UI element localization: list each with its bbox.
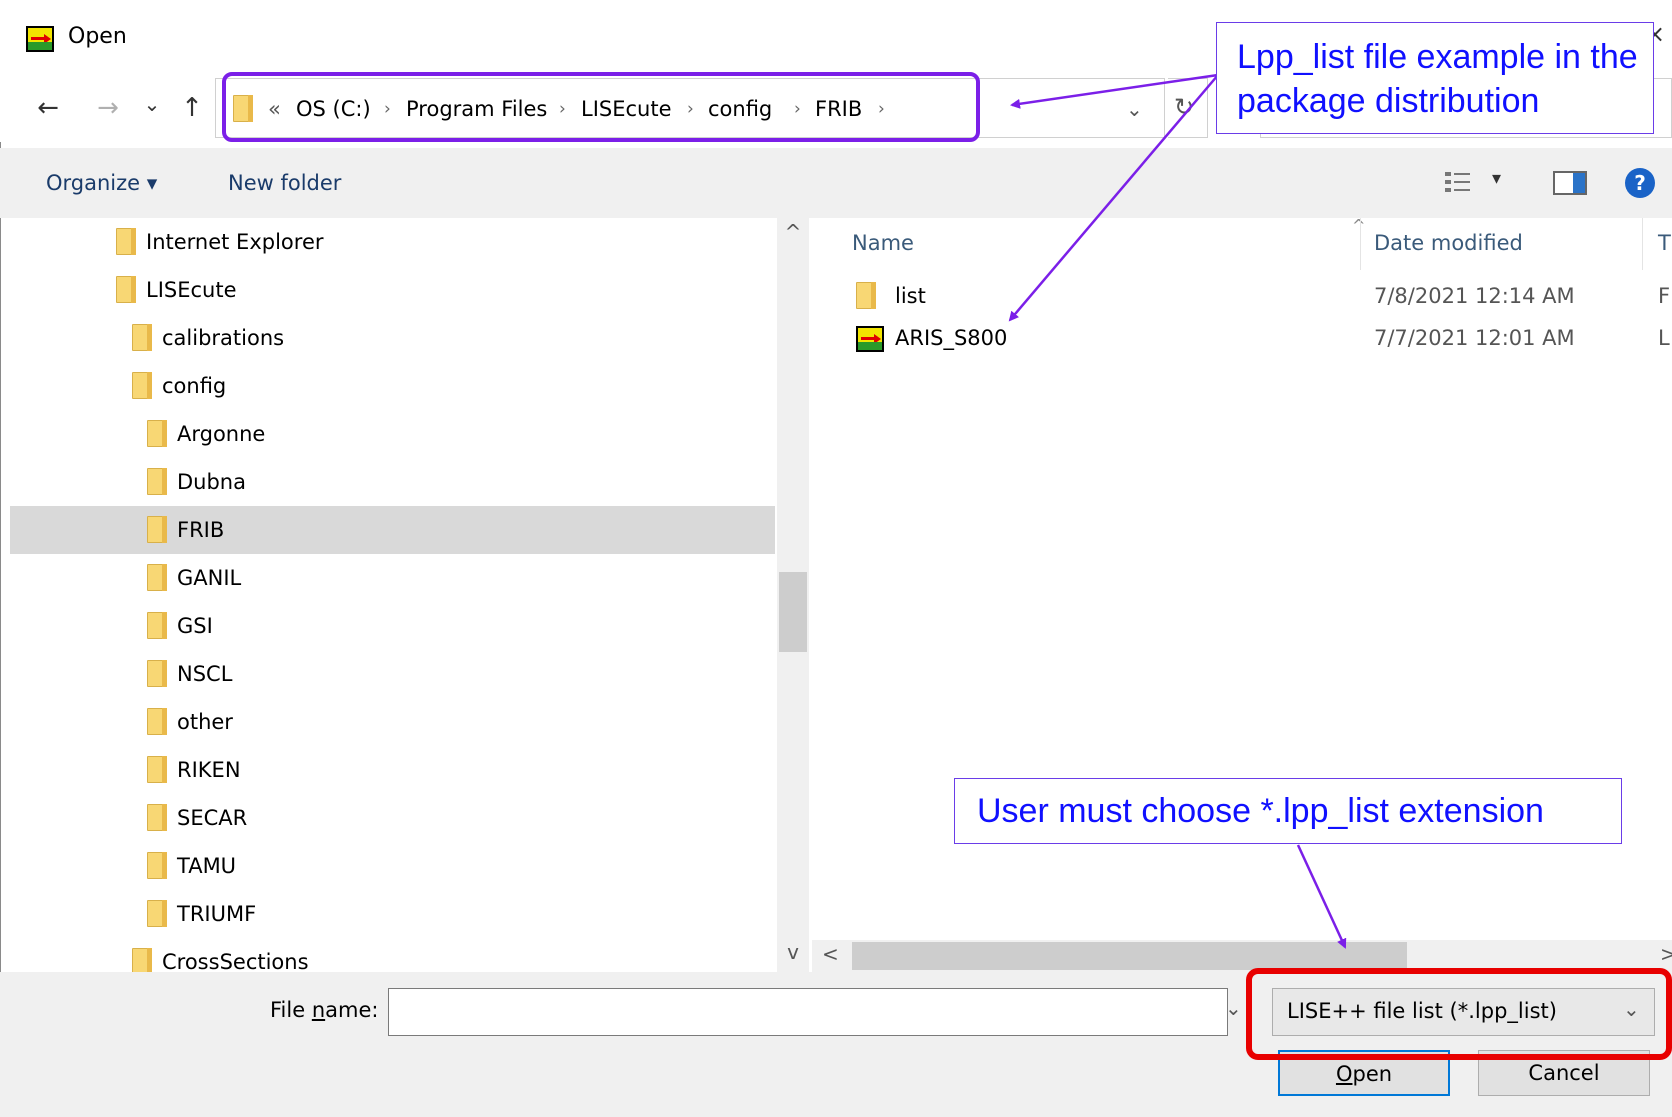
- arrow-to-filetype: [1296, 844, 1347, 949]
- annotation-arrows: [1008, 73, 1347, 949]
- callout-file-example: Lpp_list file example in the package dis…: [1216, 22, 1654, 134]
- arrow-to-file: [1008, 74, 1219, 322]
- arrow-to-address: [1010, 73, 1219, 109]
- callout-choose-extension: User must choose *.lpp_list extension: [954, 778, 1622, 844]
